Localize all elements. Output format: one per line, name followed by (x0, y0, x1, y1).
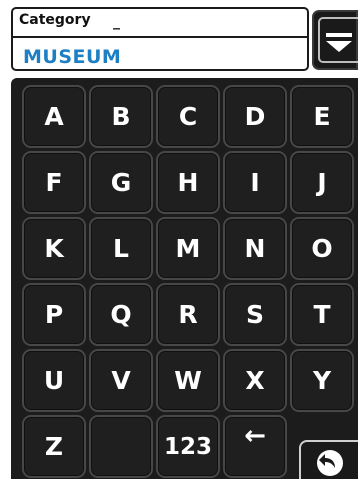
dropdown-button[interactable] (312, 10, 358, 70)
key-q[interactable]: Q (89, 283, 153, 346)
key-t[interactable]: T (290, 283, 354, 346)
key-c[interactable]: C (156, 85, 220, 148)
key-j[interactable]: J (290, 151, 354, 214)
key-i[interactable]: I (223, 151, 287, 214)
key-y[interactable]: Y (290, 349, 354, 412)
key-w[interactable]: W (156, 349, 220, 412)
key-o[interactable]: O (290, 217, 354, 280)
key-backspace[interactable]: ← (223, 415, 287, 478)
key-z[interactable]: Z (22, 415, 86, 478)
key-u[interactable]: U (22, 349, 86, 412)
key-s[interactable]: S (223, 283, 287, 346)
dropdown-button-frame (318, 17, 358, 63)
key-d[interactable]: D (223, 85, 287, 148)
key-h[interactable]: H (156, 151, 220, 214)
key-k[interactable]: K (22, 217, 86, 280)
key-e[interactable]: E (290, 85, 354, 148)
on-screen-keyboard: A B C D E F G H I J K L M N O P Q R S T … (11, 78, 358, 479)
back-arrow-icon (316, 449, 343, 476)
category-value: MUSEUM (23, 46, 122, 68)
back-button[interactable] (299, 440, 358, 479)
category-input-screen: Category _ MUSEUM A B C D E F G H I J K … (0, 0, 358, 479)
key-numbers-toggle[interactable]: 123 (156, 415, 220, 478)
key-f[interactable]: F (22, 151, 86, 214)
key-b[interactable]: B (89, 85, 153, 148)
key-a[interactable]: A (22, 85, 86, 148)
key-l[interactable]: L (89, 217, 153, 280)
category-label: Category (19, 12, 91, 28)
key-n[interactable]: N (223, 217, 287, 280)
key-r[interactable]: R (156, 283, 220, 346)
key-blank[interactable] (89, 415, 153, 478)
key-x[interactable]: X (223, 349, 287, 412)
key-m[interactable]: M (156, 217, 220, 280)
category-field[interactable]: Category _ MUSEUM (11, 7, 309, 71)
key-p[interactable]: P (22, 283, 86, 346)
text-cursor: _ (113, 14, 120, 30)
key-v[interactable]: V (89, 349, 153, 412)
dropdown-arrow-icon (326, 33, 352, 52)
field-divider (13, 36, 307, 38)
key-g[interactable]: G (89, 151, 153, 214)
